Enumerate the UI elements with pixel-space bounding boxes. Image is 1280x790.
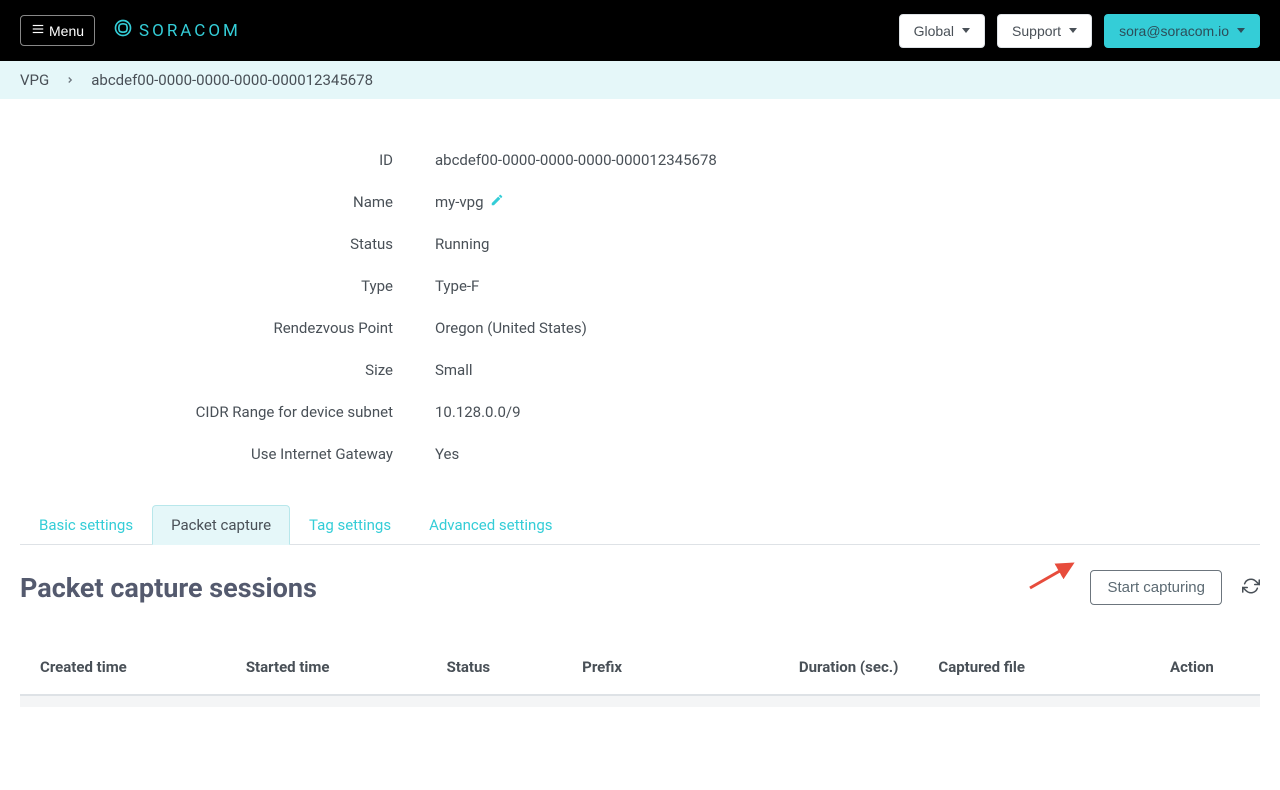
main-content: ID abcdef00-0000-0000-0000-000012345678 … <box>0 99 1280 727</box>
detail-value-id: abcdef00-0000-0000-0000-000012345678 <box>435 151 717 169</box>
edit-icon[interactable] <box>490 193 504 211</box>
support-dropdown[interactable]: Support <box>997 14 1092 48</box>
user-email: sora@soracom.io <box>1119 23 1229 39</box>
caret-down-icon <box>1237 28 1245 33</box>
detail-label-type: Type <box>20 277 435 295</box>
caret-down-icon <box>962 28 970 33</box>
global-label: Global <box>914 23 954 39</box>
tab-advanced-settings[interactable]: Advanced settings <box>410 505 571 545</box>
breadcrumb: VPG abcdef00-0000-0000-0000-000012345678 <box>0 61 1280 99</box>
menu-label: Menu <box>49 23 84 39</box>
col-started: Started time <box>226 640 427 695</box>
vpg-details: ID abcdef00-0000-0000-0000-000012345678 … <box>20 139 1020 475</box>
global-dropdown[interactable]: Global <box>899 14 985 48</box>
tabs: Basic settings Packet capture Tag settin… <box>20 505 1260 545</box>
breadcrumb-root[interactable]: VPG <box>20 71 49 89</box>
user-dropdown[interactable]: sora@soracom.io <box>1104 14 1260 48</box>
col-created: Created time <box>20 640 226 695</box>
col-action: Action <box>1124 640 1260 695</box>
brand-text: SORACOM <box>139 21 241 41</box>
detail-label-id: ID <box>20 151 435 169</box>
start-capturing-button[interactable]: Start capturing <box>1090 570 1222 605</box>
detail-label-size: Size <box>20 361 435 379</box>
detail-value-igw: Yes <box>435 445 459 463</box>
tab-packet-capture[interactable]: Packet capture <box>152 505 290 545</box>
tab-tag-settings[interactable]: Tag settings <box>290 505 410 545</box>
detail-value-type: Type-F <box>435 277 479 295</box>
detail-value-cidr: 10.128.0.0/9 <box>435 403 521 421</box>
top-nav: Menu SORACOM Global Support sora@soracom… <box>0 0 1280 61</box>
table-empty-row <box>20 695 1260 707</box>
section-header: Packet capture sessions Start capturing <box>20 570 1260 605</box>
detail-label-igw: Use Internet Gateway <box>20 445 435 463</box>
col-status: Status <box>427 640 563 695</box>
chevron-right-icon <box>65 71 75 89</box>
detail-label-rendezvous: Rendezvous Point <box>20 319 435 337</box>
brand-icon <box>113 18 133 43</box>
refresh-icon[interactable] <box>1242 577 1260 599</box>
col-file: Captured file <box>918 640 1124 695</box>
detail-value-rendezvous: Oregon (United States) <box>435 319 587 337</box>
menu-button[interactable]: Menu <box>20 15 95 46</box>
detail-label-status: Status <box>20 235 435 253</box>
tab-basic-settings[interactable]: Basic settings <box>20 505 152 545</box>
detail-value-status: Running <box>435 235 489 253</box>
detail-label-name: Name <box>20 193 435 211</box>
detail-value-size: Small <box>435 361 473 379</box>
col-duration: Duration (sec.) <box>692 640 919 695</box>
detail-value-name: my-vpg <box>435 193 484 211</box>
section-title: Packet capture sessions <box>20 572 317 604</box>
hamburger-icon <box>31 22 45 39</box>
support-label: Support <box>1012 23 1061 39</box>
caret-down-icon <box>1069 28 1077 33</box>
detail-label-cidr: CIDR Range for device subnet <box>20 403 435 421</box>
sessions-table: Created time Started time Status Prefix … <box>20 640 1260 707</box>
col-prefix: Prefix <box>562 640 692 695</box>
brand-logo[interactable]: SORACOM <box>113 18 241 43</box>
breadcrumb-current: abcdef00-0000-0000-0000-000012345678 <box>91 71 373 89</box>
